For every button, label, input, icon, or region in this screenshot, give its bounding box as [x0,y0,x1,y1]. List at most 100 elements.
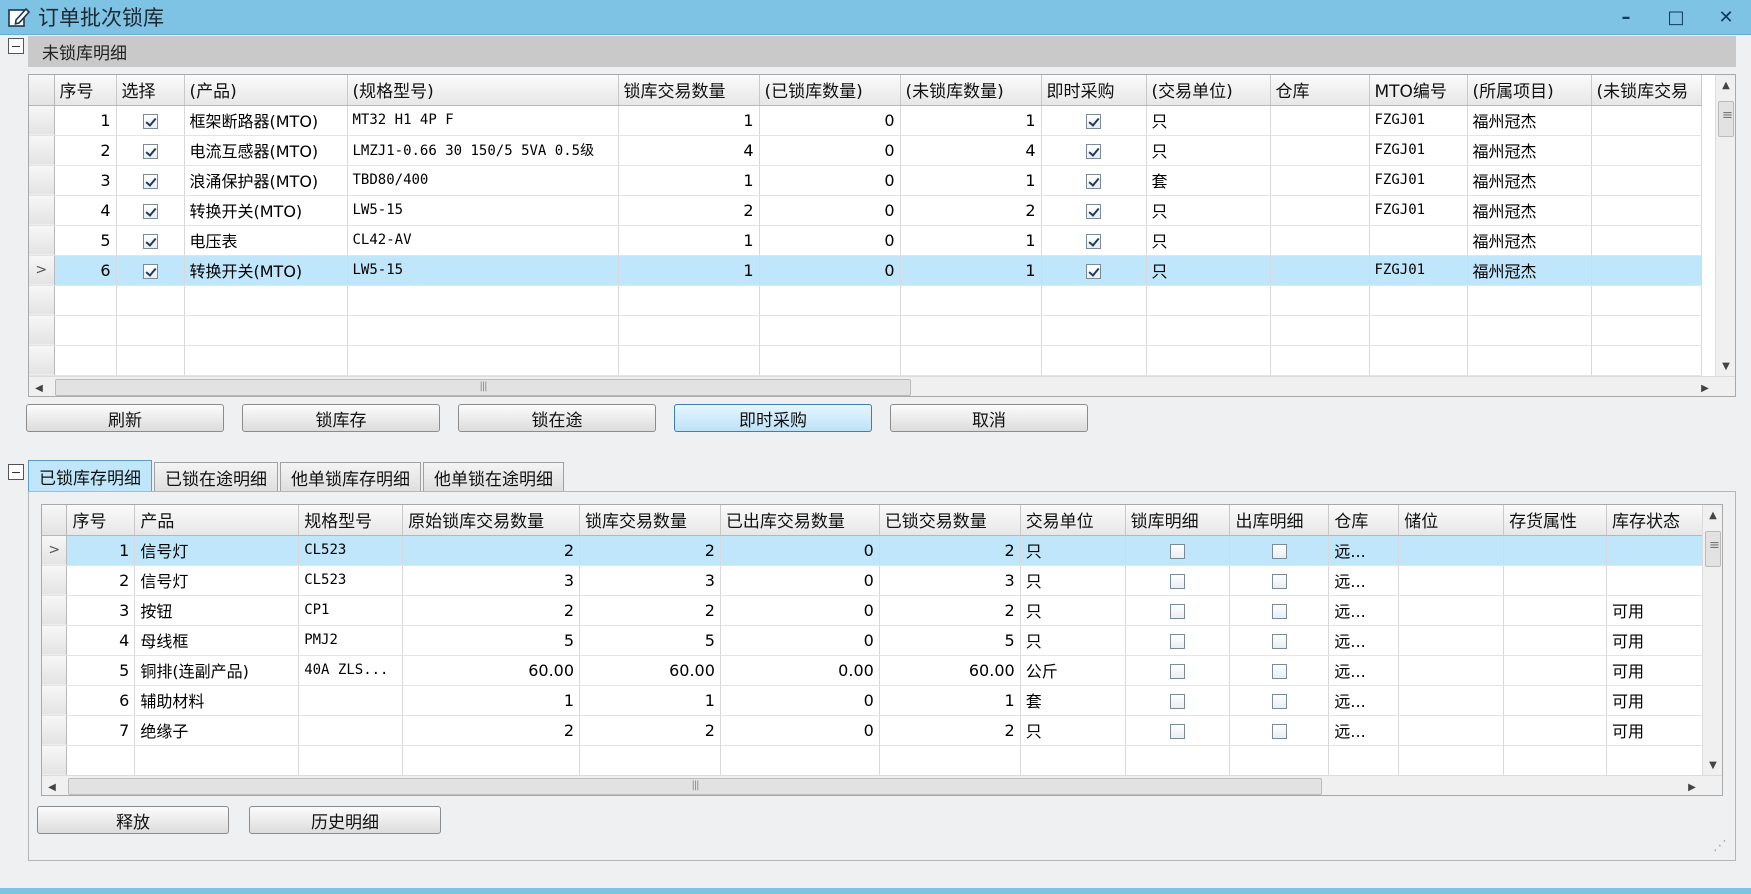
table-row[interactable]: 6 辅助材料 1 1 0 1 套远... 可用 [42,685,1722,716]
scroll-right-icon[interactable]: ▶ [1682,776,1702,795]
tab-4[interactable]: 他单锁在途明细 [423,462,564,492]
collapse-lower-icon[interactable] [8,464,24,480]
lock-stock-button[interactable]: 锁库存 [242,404,440,432]
lower-vertical-scrollbar[interactable]: ▲ ▼ [1702,505,1722,775]
lock-detail-checkbox[interactable] [1170,633,1186,649]
column-header[interactable]: 已锁交易数量 [879,505,1021,536]
column-header[interactable]: 存货属性 [1503,505,1607,536]
column-header[interactable]: MTO编号 [1369,75,1468,106]
column-header[interactable]: 即时采购 [1041,75,1147,106]
scroll-up-icon[interactable]: ▲ [1703,505,1722,525]
row-indicator[interactable] [42,715,68,746]
row-indicator[interactable] [42,685,68,716]
close-button[interactable]: ✕ [1701,0,1751,35]
scroll-up-icon[interactable]: ▲ [1716,75,1735,95]
row-indicator[interactable]: > [29,255,55,286]
select-checkbox[interactable] [142,173,158,189]
select-checkbox[interactable] [142,143,158,159]
row-indicator[interactable] [29,285,55,316]
lock-detail-checkbox[interactable] [1170,693,1186,709]
column-header[interactable]: 原始锁库交易数量 [402,505,581,536]
table-row[interactable]: 7 绝缘子 2 2 0 2 只远... 可用 [42,715,1722,746]
instant-purchase-checkbox[interactable] [1086,113,1101,129]
scroll-left-icon[interactable]: ◀ [29,377,49,396]
row-indicator[interactable] [29,315,55,346]
out-detail-checkbox[interactable] [1271,543,1287,559]
row-indicator[interactable] [42,745,68,776]
tab-2[interactable]: 已锁在途明细 [154,462,278,492]
row-indicator[interactable] [29,135,55,166]
table-row[interactable]: 2 信号灯 CL523 3 3 0 3 只远... [42,565,1722,596]
lock-in-transit-button[interactable]: 锁在途 [458,404,656,432]
column-header[interactable]: 交易单位 [1020,505,1126,536]
history-detail-button[interactable]: 历史明细 [249,806,441,834]
lower-horizontal-scrollbar[interactable]: ◀ ▶ [42,775,1722,795]
row-indicator[interactable] [42,595,68,626]
lock-detail-checkbox[interactable] [1170,603,1186,619]
instant-purchase-button[interactable]: 即时采购 [674,404,872,432]
row-indicator[interactable] [29,165,55,196]
upper-vscroll-thumb[interactable] [1718,101,1734,137]
column-header[interactable]: (交易单位) [1146,75,1271,106]
table-row[interactable]: 4 转换开关(MTO) LW5-15 2 0 2 只 FZGJ01 福州冠杰 [29,195,1702,226]
column-header[interactable]: 产品 [134,505,300,536]
select-checkbox[interactable] [142,233,158,249]
column-header[interactable]: (已锁库数量) [759,75,901,106]
row-indicator[interactable]: > [42,535,68,566]
select-checkbox[interactable] [142,113,158,129]
table-row[interactable]: >1 信号灯 CL523 2 2 0 2 只远... [42,535,1722,566]
refresh-button[interactable]: 刷新 [26,404,224,432]
scroll-down-icon[interactable]: ▼ [1716,356,1735,376]
row-indicator[interactable] [42,655,68,686]
column-header[interactable]: 仓库 [1270,75,1370,106]
column-header[interactable]: 序号 [54,75,117,106]
column-header[interactable]: 库存状态 [1606,505,1712,536]
tab-1[interactable]: 已锁库存明细 [28,460,152,492]
row-indicator[interactable] [42,565,68,596]
column-header[interactable]: (未锁库数量) [900,75,1042,106]
scroll-right-icon[interactable]: ▶ [1695,377,1715,396]
row-indicator[interactable] [42,625,68,656]
column-header[interactable]: 已出库交易数量 [720,505,880,536]
column-header[interactable]: 序号 [66,505,136,536]
out-detail-checkbox[interactable] [1271,573,1287,589]
resize-grip-icon[interactable]: ⋰ [1713,838,1727,854]
upper-vertical-scrollbar[interactable]: ▲ ▼ [1715,75,1735,376]
table-row[interactable]: 3 按钮 CP1 2 2 0 2 只远... 可用 [42,595,1722,626]
instant-purchase-checkbox[interactable] [1086,173,1101,189]
column-header[interactable]: 锁库明细 [1125,505,1231,536]
row-indicator[interactable] [29,225,55,256]
tab-3[interactable]: 他单锁库存明细 [280,462,421,492]
cancel-button[interactable]: 取消 [890,404,1088,432]
maximize-button[interactable]: □ [1651,0,1701,35]
scroll-down-icon[interactable]: ▼ [1703,755,1722,775]
out-detail-checkbox[interactable] [1271,603,1287,619]
column-header[interactable]: (产品) [184,75,348,106]
instant-purchase-checkbox[interactable] [1086,203,1101,219]
instant-purchase-checkbox[interactable] [1086,263,1101,279]
lower-hscroll-thumb[interactable] [68,778,1322,795]
collapse-upper-icon[interactable] [8,38,24,54]
column-header[interactable]: (未锁库交易 [1591,75,1702,106]
lock-detail-checkbox[interactable] [1170,663,1186,679]
row-indicator[interactable] [29,105,55,136]
table-row[interactable]: >6 转换开关(MTO) LW5-15 1 0 1 只 FZGJ01 福州冠杰 [29,255,1702,286]
row-indicator[interactable] [29,345,55,376]
column-header[interactable]: (所属项目) [1467,75,1592,106]
lock-detail-checkbox[interactable] [1170,543,1186,559]
out-detail-checkbox[interactable] [1271,723,1287,739]
table-row[interactable]: 5 铜排(连副产品) 40A ZLS... 60.00 60.00 0.00 60.00 公斤… [42,655,1722,686]
minimize-button[interactable]: – [1601,0,1651,35]
column-header[interactable]: 锁库交易数量 [579,505,721,536]
lock-detail-checkbox[interactable] [1170,573,1186,589]
table-row[interactable]: 4 母线框 PMJ2 5 5 0 5 只远... 可用 [42,625,1722,656]
lower-vscroll-thumb[interactable] [1705,531,1721,567]
select-checkbox[interactable] [142,263,158,279]
out-detail-checkbox[interactable] [1271,663,1287,679]
column-header[interactable]: 选择 [116,75,185,106]
column-header[interactable]: 规格型号 [298,505,404,536]
lock-detail-checkbox[interactable] [1170,723,1186,739]
out-detail-checkbox[interactable] [1271,633,1287,649]
column-header[interactable]: (规格型号) [347,75,619,106]
column-header[interactable]: 锁库交易数量 [618,75,760,106]
